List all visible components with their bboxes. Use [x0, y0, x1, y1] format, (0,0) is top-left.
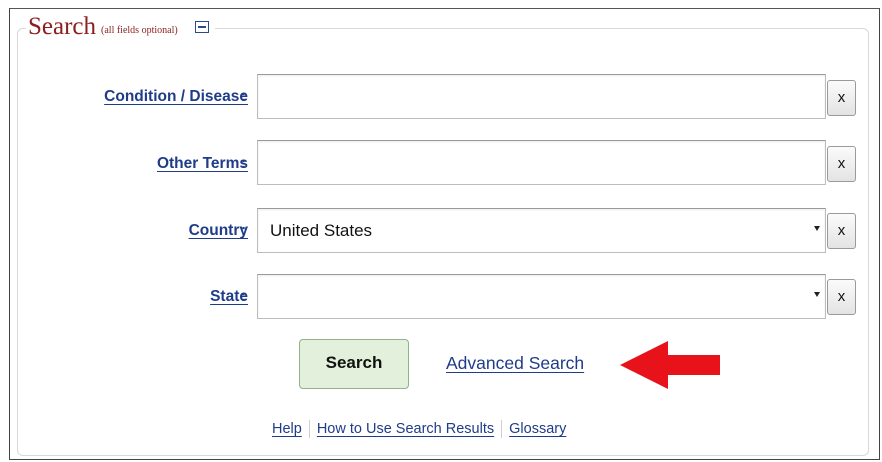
advanced-search-link[interactable]: Advanced Search — [446, 353, 584, 374]
country-value: United States — [270, 221, 373, 240]
red-arrow-icon — [620, 341, 720, 389]
country-colon: : — [241, 222, 247, 239]
clear-state-button[interactable]: x — [827, 279, 856, 315]
dropdown-arrow-icon — [814, 226, 820, 231]
condition-colon: : — [241, 88, 247, 105]
glossary-link[interactable]: Glossary — [509, 421, 566, 437]
clear-other-terms-button[interactable]: x — [827, 146, 856, 182]
other-terms-input[interactable] — [257, 140, 826, 185]
help-link[interactable]: Help — [272, 421, 302, 437]
search-button[interactable]: Search — [299, 339, 409, 389]
other-terms-colon: : — [241, 155, 247, 172]
clear-condition-button[interactable]: x — [827, 80, 856, 116]
state-select[interactable] — [257, 274, 826, 319]
clear-country-button[interactable]: x — [827, 213, 856, 249]
dropdown-arrow-icon — [814, 292, 820, 297]
other-terms-label[interactable]: Other Terms — [157, 155, 248, 173]
condition-input[interactable] — [257, 74, 826, 119]
other-terms-label-text: Other Terms — [156, 155, 248, 172]
footer-divider — [501, 420, 503, 438]
search-title: Search — [28, 13, 97, 40]
search-legend: Search (all fields optional) — [26, 12, 215, 42]
optional-note: (all fields optional) — [101, 24, 178, 36]
country-select[interactable]: United States — [257, 208, 826, 253]
collapse-icon[interactable] — [194, 21, 209, 33]
state-colon: : — [241, 288, 247, 305]
footer-divider — [308, 420, 310, 438]
footer-links: Help How to Use Search Results Glossary — [272, 420, 566, 438]
country-label-text: Country — [188, 222, 248, 239]
how-to-use-link[interactable]: How to Use Search Results — [317, 421, 494, 437]
condition-label[interactable]: Condition / Disease — [104, 88, 248, 106]
country-label[interactable]: Country — [189, 222, 248, 240]
condition-label-text: Condition / Disease — [104, 88, 248, 105]
